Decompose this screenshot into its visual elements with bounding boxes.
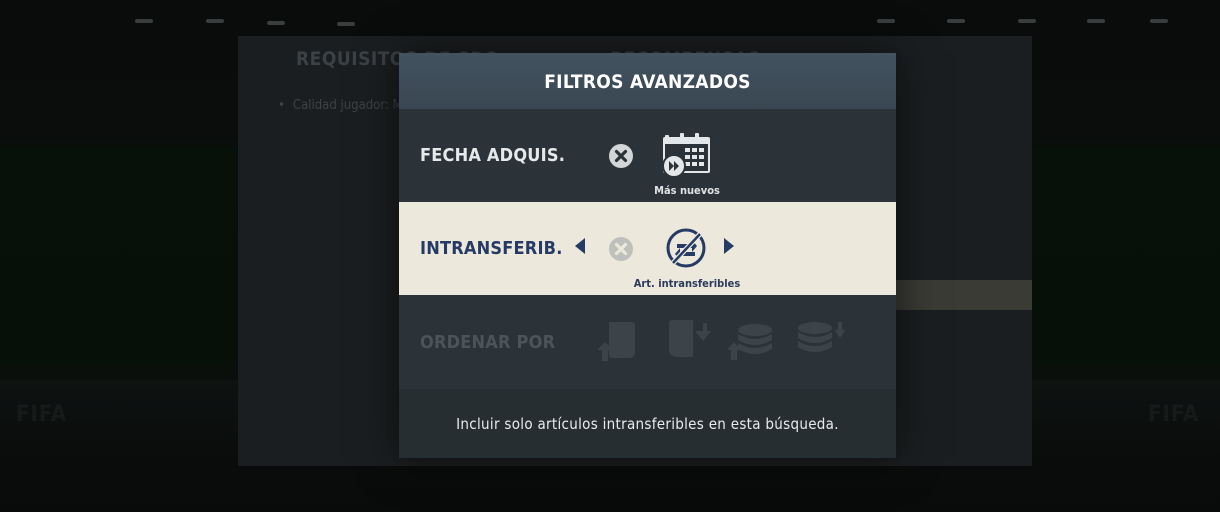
- panel-progress-bar: [894, 280, 1032, 310]
- untradeable-icon[interactable]: [665, 227, 707, 269]
- sort-descending-card-icon[interactable]: [667, 319, 711, 361]
- filter-row-sort-by[interactable]: ORDENAR POR: [399, 295, 896, 389]
- arrow-right-icon[interactable]: [723, 237, 735, 255]
- acquisition-date-caption: Más nuevos: [654, 184, 720, 197]
- filter-description: Incluir solo artículos intransferibles e…: [399, 389, 896, 458]
- calendar-fast-forward-icon[interactable]: [661, 132, 713, 178]
- sort-ascending-coins-icon[interactable]: [727, 322, 775, 362]
- brand-board-right: FIFA: [1148, 402, 1200, 427]
- filter-row-untradeable[interactable]: INTRANSFERIB. Art. intransferibles: [399, 202, 896, 295]
- sort-ascending-card-icon[interactable]: [595, 320, 639, 362]
- brand-board-left: FIFA: [16, 402, 68, 427]
- untradeable-caption: Art. intransferibles: [633, 277, 741, 290]
- sort-descending-coins-icon[interactable]: [797, 320, 847, 360]
- advanced-filters-modal: FILTROS AVANZADOS FECHA ADQUIS. Más nuev…: [399, 53, 896, 458]
- arrow-left-icon[interactable]: [574, 237, 586, 255]
- filter-row-acquisition-date[interactable]: FECHA ADQUIS. Más nuevos: [399, 109, 896, 202]
- requirement-item: Calidad jugador: Mín.: [278, 98, 417, 113]
- filter-label-acquisition-date: FECHA ADQUIS.: [420, 145, 566, 166]
- filter-label-sort-by: ORDENAR POR: [420, 332, 556, 353]
- clear-filter-icon[interactable]: [608, 143, 634, 169]
- modal-title: FILTROS AVANZADOS: [544, 71, 751, 93]
- clear-filter-icon[interactable]: [608, 236, 634, 262]
- filter-label-untradeable: INTRANSFERIB.: [420, 238, 563, 259]
